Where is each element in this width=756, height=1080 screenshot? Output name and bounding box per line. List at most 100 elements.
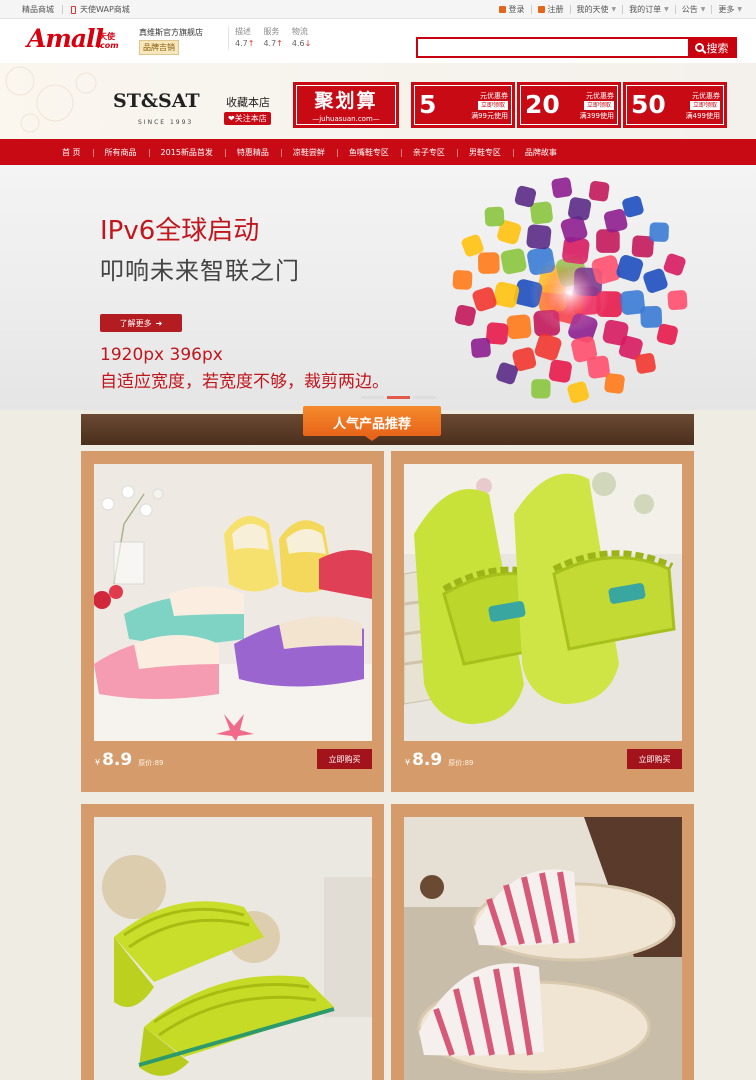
logo-sub-bottom: .com xyxy=(97,41,119,50)
chevron-down-icon: ▼ xyxy=(611,6,617,13)
coupon-claim-button[interactable]: 立即领取 xyxy=(477,101,508,110)
top-link-mall[interactable]: 精品商城 xyxy=(22,4,54,15)
learn-more-button[interactable]: 了解更多 ➜ xyxy=(100,314,182,332)
nav-mens[interactable]: 男鞋专区 xyxy=(456,147,513,158)
arrow-up-icon: ↑ xyxy=(276,39,283,48)
divider xyxy=(62,5,63,14)
nav-peep-toe[interactable]: 鱼嘴鞋专区 xyxy=(336,147,401,158)
arrow-right-icon: ➜ xyxy=(155,318,163,328)
hero-size-note: 1920px 396px xyxy=(100,345,223,365)
follow-shop-button[interactable]: ❤关注本店 xyxy=(224,112,271,125)
buy-now-button[interactable]: 立即购买 xyxy=(317,749,372,769)
coupon-claim-button[interactable]: 立即领取 xyxy=(583,101,614,110)
nav-all-products[interactable]: 所有商品 xyxy=(92,147,149,158)
nav-brand-story[interactable]: 品牌故事 xyxy=(512,147,569,158)
shop-name[interactable]: 真维斯官方旗舰店 xyxy=(139,27,203,38)
juhuasuan-banner[interactable]: 聚划算 —juhuasuan.com— xyxy=(293,82,399,128)
shop-ratings: 描述 4.7↑ 服务 4.7↑ 物流 4.6↓ xyxy=(228,26,311,50)
coupon-5[interactable]: 5 元优惠券 立即领取 满99元使用 xyxy=(411,82,515,128)
price-value: 8.9 xyxy=(412,750,443,770)
nav-new-2015[interactable]: 2015新品首发 xyxy=(148,147,225,158)
brand-since: SINCE 1993 xyxy=(138,119,194,126)
original-price: 原价:89 xyxy=(138,759,164,767)
rating-description: 描述 4.7↑ xyxy=(235,27,255,48)
divider xyxy=(674,5,676,14)
coupon-label: 元优惠券 xyxy=(692,92,720,100)
product-price: ¥ 8.9 原价:89 xyxy=(95,750,164,770)
carousel-dot-active[interactable] xyxy=(387,396,410,399)
my-account-label: 我的天使 xyxy=(576,5,609,14)
coupon-condition: 满499使用 xyxy=(685,112,720,120)
carousel-indicators xyxy=(361,396,436,399)
floral-decoration xyxy=(5,66,97,133)
rating-service: 服务 4.7↑ xyxy=(263,27,283,48)
price-value: 8.9 xyxy=(102,750,133,770)
section-title-tag: 人气产品推荐 xyxy=(303,406,441,441)
hero-banner[interactable]: IPv6全球启动 叩响未来智联之门 了解更多 ➜ 1920px 396px 自适应… xyxy=(0,165,756,410)
buy-now-button[interactable]: 立即购买 xyxy=(627,749,682,769)
chevron-down-icon: ▼ xyxy=(700,6,706,13)
nav-home[interactable]: 首 页 xyxy=(50,147,93,158)
search-input[interactable] xyxy=(418,39,688,56)
divider xyxy=(622,5,624,14)
juhuasuan-title: 聚划算 xyxy=(314,90,378,112)
coupon-claim-button[interactable]: 立即领取 xyxy=(689,101,720,110)
coupon-label: 元优惠券 xyxy=(586,92,614,100)
rating-logistics: 物流 4.6↓ xyxy=(291,27,312,48)
brand-badge: 品牌吉销 xyxy=(139,40,179,55)
coupon-amount: 20 xyxy=(525,90,560,119)
section-title: 人气产品推荐 xyxy=(332,417,411,432)
chevron-down-icon: ▼ xyxy=(737,6,742,13)
product-card[interactable] xyxy=(81,804,384,1080)
shop-nav: 首 页 所有商品 2015新品首发 特惠精品 凉鞋尝鲜 鱼嘴鞋专区 亲子专区 男… xyxy=(0,139,756,165)
search-button[interactable]: 搜索 xyxy=(688,39,735,56)
carousel-dot[interactable] xyxy=(361,396,384,399)
hero-subtitle: 叩响未来智联之门 xyxy=(100,257,300,285)
nav-special-offers[interactable]: 特惠精品 xyxy=(224,147,281,158)
notice-menu[interactable]: 公告 ▼ xyxy=(682,4,706,15)
arrow-up-icon: ↓ xyxy=(304,39,312,48)
logo-sub-top: 天使 xyxy=(99,32,115,41)
login-icon xyxy=(498,6,506,13)
favorite-shop[interactable]: 收藏本店 xyxy=(226,94,270,110)
product-image-lime-slippers[interactable] xyxy=(404,464,682,741)
coupon-condition: 满399使用 xyxy=(579,112,614,120)
my-orders-label: 我的订单 xyxy=(629,5,662,14)
divider xyxy=(711,5,713,14)
shop-banner: ST&SAT SINCE 1993 收藏本店 ❤关注本店 聚划算 —juhuas… xyxy=(0,63,756,139)
product-image-striped-slippers[interactable] xyxy=(404,817,682,1080)
juhuasuan-sub: —juhuasuan.com— xyxy=(312,115,380,123)
search-box: 搜索 xyxy=(416,37,737,58)
product-card[interactable] xyxy=(391,804,694,1080)
top-link-wap[interactable]: 天使WAP商城 xyxy=(80,4,130,15)
coupon-20[interactable]: 20 元优惠券 立即领取 满399使用 xyxy=(517,82,621,128)
arrow-up-icon: ↑ xyxy=(247,39,255,48)
notice-label: 公告 xyxy=(681,5,698,14)
hero-width-note: 自适应宽度，若宽度不够，裁剪两边。 xyxy=(100,372,389,392)
product-image-green-slides[interactable] xyxy=(94,817,372,1080)
search-button-label: 搜索 xyxy=(706,41,729,55)
login-link[interactable]: 登录 xyxy=(498,4,525,15)
carousel-dot[interactable] xyxy=(413,396,436,399)
coupon-label: 元优惠券 xyxy=(480,92,508,100)
my-orders-menu[interactable]: 我的订单 ▼ xyxy=(629,4,669,15)
divider xyxy=(569,5,571,14)
learn-more-label: 了解更多 xyxy=(119,318,152,328)
phone-icon xyxy=(71,5,76,14)
chevron-down-icon: ▼ xyxy=(664,6,669,13)
coupon-50[interactable]: 50 元优惠券 立即领取 满499使用 xyxy=(623,82,727,128)
colorful-tiles-graphic xyxy=(452,177,688,404)
site-logo[interactable]: Amall xyxy=(27,25,104,53)
nav-sandals[interactable]: 凉鞋尝鲜 xyxy=(280,147,337,158)
product-price: ¥ 8.9 原价:89 xyxy=(405,750,474,770)
product-card[interactable]: ¥ 8.9 原价:89 立即购买 xyxy=(81,451,384,792)
product-card[interactable]: ¥ 8.9 原价:89 立即购买 xyxy=(391,451,694,792)
more-menu[interactable]: 更多 ▼ xyxy=(718,4,742,15)
register-link[interactable]: 注册 xyxy=(537,4,564,15)
search-icon xyxy=(694,43,704,52)
product-image-plush-slippers[interactable] xyxy=(94,464,372,741)
divider xyxy=(530,5,532,14)
my-account-menu[interactable]: 我的天使 ▼ xyxy=(577,4,617,15)
nav-family[interactable]: 亲子专区 xyxy=(400,147,457,158)
coupon-amount: 50 xyxy=(631,90,666,119)
